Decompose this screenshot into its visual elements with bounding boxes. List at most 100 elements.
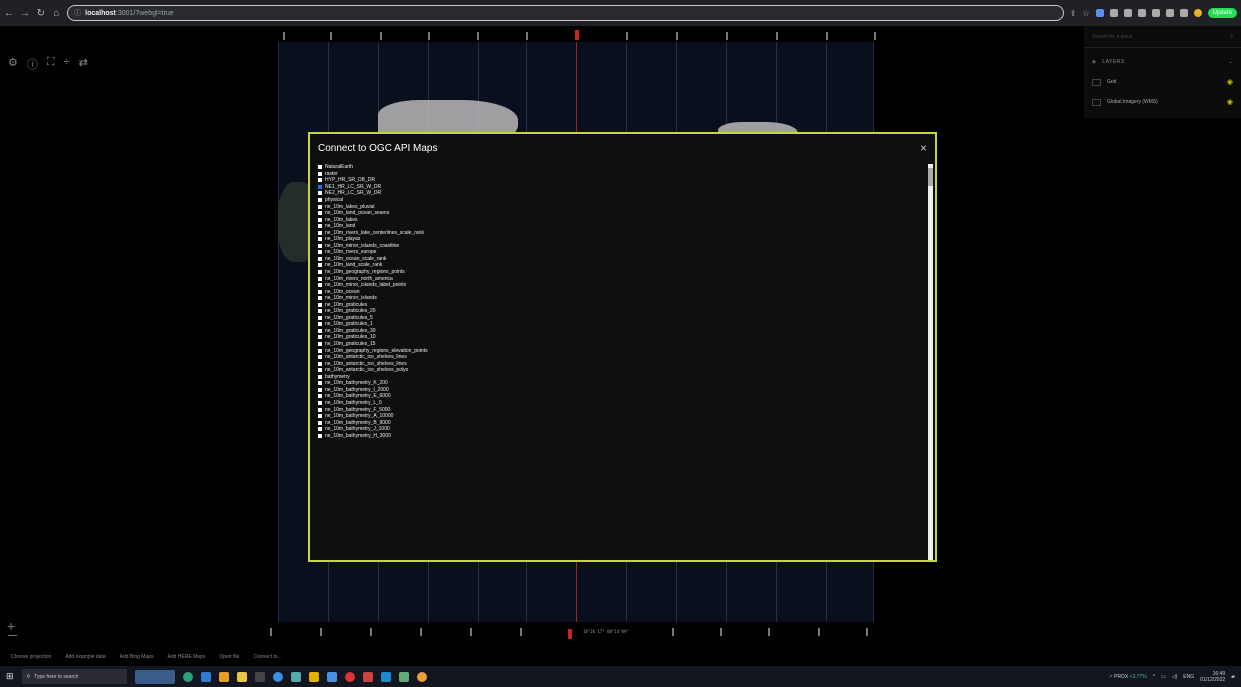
collection-checkbox[interactable] (318, 270, 322, 275)
collection-checkbox[interactable] (318, 368, 322, 373)
collection-checkbox[interactable] (318, 289, 322, 294)
extension-icon[interactable] (1095, 9, 1104, 17)
collection-checkbox[interactable] (318, 342, 322, 347)
site-info-icon[interactable]: ⓘ (74, 8, 81, 18)
clock[interactable]: 16:49 01/12/2022 (1200, 671, 1225, 683)
settings-icon[interactable]: ⚙ (8, 56, 18, 72)
collection-checkbox[interactable] (318, 387, 322, 392)
extensions-puzzle-icon[interactable] (1165, 9, 1174, 17)
collection-checkbox[interactable] (318, 361, 322, 366)
collection-checkbox[interactable] (318, 204, 322, 209)
layer-item-grid[interactable]: Grid ◉ (1084, 72, 1241, 92)
search-icon[interactable]: ⚲ (1229, 34, 1233, 40)
collection-checkbox[interactable] (318, 263, 322, 268)
footer-button[interactable]: Add HERE Maps (165, 653, 209, 661)
zoom-in-button[interactable]: + (7, 618, 15, 634)
collection-checkbox[interactable] (318, 414, 322, 419)
zoom-out-button[interactable] (8, 635, 17, 636)
place-search-input[interactable]: Search for a place ⚲ (1084, 26, 1241, 48)
layer-item-global-imagery[interactable]: Global Imagery (WMS) ◉ (1084, 92, 1241, 112)
layers-header[interactable]: ◈ LAYERS ⌄ (1084, 52, 1241, 72)
forward-icon[interactable]: → (20, 8, 30, 19)
footer-button[interactable]: Choose projection (8, 653, 54, 661)
share-icon[interactable]: ⇪ (1070, 9, 1077, 18)
collection-checkbox[interactable] (318, 355, 322, 360)
collection-checkbox[interactable] (318, 309, 322, 314)
app-icon[interactable] (272, 671, 283, 682)
extension-icon[interactable] (1151, 9, 1160, 17)
profile-avatar[interactable] (1193, 9, 1202, 17)
network-icon[interactable]: ▭ (1161, 674, 1166, 680)
app-icon[interactable] (290, 671, 301, 682)
edge-icon[interactable] (200, 671, 211, 682)
split-icon[interactable]: ÷ (64, 56, 70, 72)
collection-checkbox[interactable] (318, 230, 322, 235)
collection-checkbox[interactable] (318, 178, 322, 183)
address-bar[interactable]: ⓘ localhost:3001/?webgl=true (67, 5, 1064, 21)
footer-button[interactable]: Connect to... (250, 653, 284, 661)
app-icon[interactable] (326, 671, 337, 682)
collection-list-item[interactable]: ne_10m_bathymetry_H_3000 (318, 432, 930, 439)
taskbar-search-input[interactable]: ⚲ Type here to search (21, 669, 127, 684)
app-icon[interactable] (254, 671, 265, 682)
reload-icon[interactable]: ↻ (36, 8, 46, 19)
windows-start-icon[interactable]: ⊞ (6, 671, 14, 682)
extension-icon[interactable] (1137, 9, 1146, 17)
app-icon[interactable] (416, 671, 427, 682)
collection-checkbox[interactable] (318, 433, 322, 438)
collection-checkbox[interactable] (318, 283, 322, 288)
collection-checkbox[interactable] (318, 427, 322, 432)
opera-icon[interactable] (344, 671, 355, 682)
home-icon[interactable]: ⌂ (52, 8, 62, 19)
collection-checkbox[interactable] (318, 302, 322, 307)
collection-checkbox[interactable] (318, 224, 322, 229)
collection-checkbox[interactable] (318, 211, 322, 216)
back-icon[interactable]: ← (4, 8, 14, 19)
volume-icon[interactable]: ◁) (1172, 674, 1178, 680)
chrome-icon[interactable] (218, 671, 229, 682)
collection-checkbox[interactable] (318, 198, 322, 202)
visibility-eye-icon[interactable]: ◉ (1227, 98, 1233, 106)
footer-button[interactable]: Add example data (62, 653, 108, 661)
app-icon[interactable] (308, 671, 319, 682)
collection-checkbox[interactable] (318, 322, 322, 327)
news-widget[interactable] (134, 669, 175, 684)
collection-checkbox[interactable] (318, 256, 322, 261)
scrollbar-thumb[interactable] (928, 168, 933, 186)
taskview-icon[interactable] (182, 671, 193, 682)
collection-checkbox[interactable] (318, 315, 322, 320)
info-icon[interactable]: ⓘ (27, 56, 38, 72)
collection-checkbox[interactable] (318, 237, 322, 242)
update-button[interactable]: Update (1207, 8, 1237, 18)
close-icon[interactable]: × (920, 141, 927, 155)
extension-icon[interactable] (1123, 9, 1132, 17)
swap-icon[interactable]: ⇄ (79, 56, 88, 72)
stock-widget[interactable]: ↗ PROX +3.77% (1108, 674, 1146, 680)
sidebar-icon[interactable] (1179, 9, 1188, 17)
scrollbar[interactable] (928, 164, 933, 560)
vscode-icon[interactable] (380, 671, 391, 682)
collection-checkbox[interactable] (318, 165, 322, 170)
bookmark-star-icon[interactable]: ☆ (1082, 9, 1089, 18)
collection-checkbox[interactable] (318, 381, 322, 386)
collection-checkbox[interactable] (318, 296, 322, 301)
collection-checkbox[interactable] (318, 328, 322, 333)
collection-checkbox[interactable] (318, 184, 322, 189)
collection-checkbox[interactable] (318, 171, 322, 176)
app-icon[interactable] (362, 671, 373, 682)
collection-checkbox[interactable] (318, 276, 322, 281)
collection-checkbox[interactable] (318, 250, 322, 255)
collection-checkbox[interactable] (318, 400, 322, 405)
collection-checkbox[interactable] (318, 191, 322, 196)
collection-checkbox[interactable] (318, 217, 322, 222)
collection-checkbox[interactable] (318, 335, 322, 340)
footer-button[interactable]: Open file (216, 653, 242, 661)
app-icon[interactable] (398, 671, 409, 682)
collection-checkbox[interactable] (318, 348, 322, 353)
visibility-eye-icon[interactable]: ◉ (1227, 78, 1233, 86)
chevron-down-icon[interactable]: ⌄ (1228, 59, 1233, 65)
footer-button[interactable]: Add Bing Maps (117, 653, 157, 661)
file-explorer-icon[interactable] (236, 671, 247, 682)
collection-checkbox[interactable] (318, 420, 322, 425)
collection-checkbox[interactable] (318, 407, 322, 412)
